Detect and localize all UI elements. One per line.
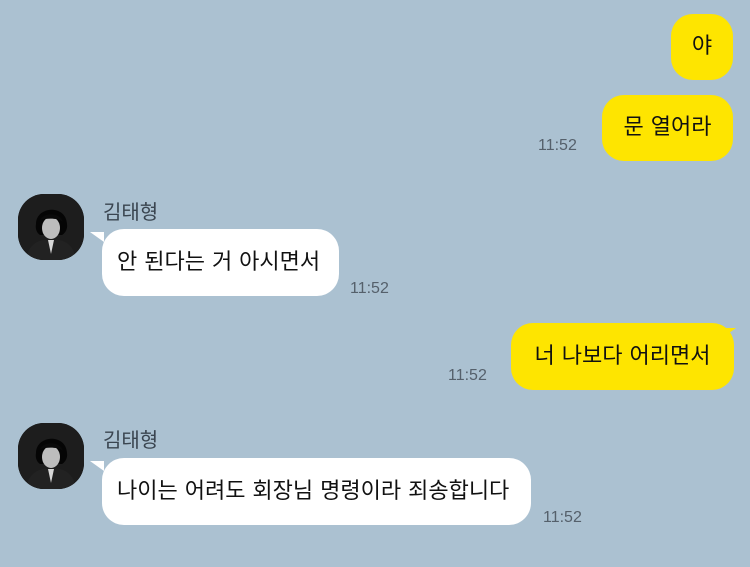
avatar-photo-icon [18, 423, 84, 489]
message-text: 너 나보다 어리면서 [534, 343, 711, 369]
message-bubble-mine[interactable]: 야 [671, 14, 733, 80]
message-time: 11:52 [350, 280, 389, 297]
message-time: 11:52 [538, 137, 577, 154]
message-text: 야 [691, 34, 713, 59]
bubble-tail [90, 232, 104, 242]
message-text: 나이는 어려도 회장님 명령이라 죄송합니다 [117, 478, 510, 504]
message-bubble-other[interactable]: 안 된다는 거 아시면서 [102, 229, 339, 296]
message-text: 문 열어라 [623, 115, 712, 140]
contact-avatar[interactable] [18, 194, 84, 260]
contact-name: 김태형 [103, 200, 159, 224]
avatar-photo-icon [18, 194, 84, 260]
contact-name: 김태형 [103, 428, 159, 452]
message-bubble-mine[interactable]: 너 나보다 어리면서 [511, 323, 734, 390]
message-bubble-mine[interactable]: 문 열어라 [602, 95, 733, 161]
bubble-tail [90, 461, 104, 471]
message-time: 11:52 [448, 367, 487, 384]
message-bubble-other[interactable]: 나이는 어려도 회장님 명령이라 죄송합니다 [102, 458, 531, 525]
message-text: 안 된다는 거 아시면서 [117, 249, 321, 275]
contact-avatar[interactable] [18, 423, 84, 489]
message-time: 11:52 [543, 509, 582, 526]
